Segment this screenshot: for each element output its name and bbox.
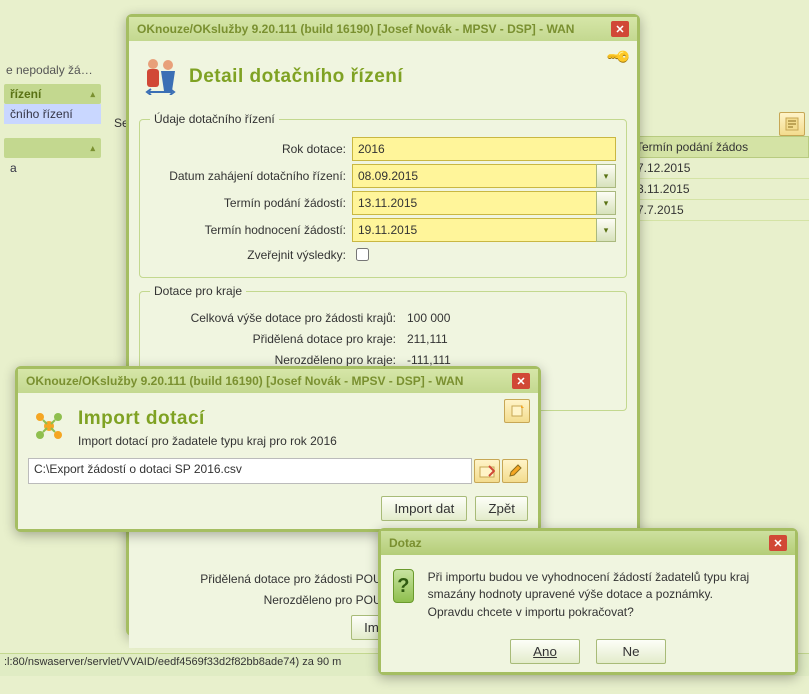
confirm-line1: Při importu budou ve vyhodnocení žádostí…	[428, 569, 783, 604]
confirm-yes-label: Ano	[533, 644, 557, 659]
label-podani: Termín podání žádostí:	[150, 196, 352, 210]
date-dropdown-icon[interactable]: ▾	[596, 164, 616, 188]
label-pridelena-pou: Přidělená dotace pro žádosti POU:	[139, 572, 391, 586]
close-icon[interactable]: ✕	[769, 535, 787, 551]
import-window: OKnouze/OKslužby 9.20.111 (build 16190) …	[15, 366, 541, 532]
sidebar-group-label-2	[10, 141, 13, 155]
fieldset-udaje: Údaje dotačního řízení Rok dotace: 2016 …	[139, 112, 627, 278]
date-dropdown-icon[interactable]: ▾	[596, 218, 616, 242]
edit-icon[interactable]	[502, 459, 528, 483]
label-nerozdeleno: Nerozděleno pro kraje:	[150, 353, 402, 367]
detail-heading: Detail dotačního řízení	[189, 66, 403, 88]
zpet-button[interactable]: Zpět	[475, 496, 528, 521]
label-pridelena: Přidělená dotace pro kraje:	[150, 332, 402, 346]
people-icon	[141, 55, 179, 98]
browse-icon[interactable]	[474, 459, 500, 483]
checkbox-zverejnit[interactable]	[356, 248, 369, 261]
fieldset-legend: Údaje dotačního řízení	[150, 112, 279, 126]
list-row[interactable]: 3.11.2015	[629, 179, 809, 200]
value-pridelena: 211,111	[402, 330, 453, 348]
confirm-titlebar[interactable]: Dotaz ✕	[381, 531, 795, 555]
key-icon[interactable]: 🔑	[605, 43, 633, 71]
list-row[interactable]: 7.12.2015	[629, 158, 809, 179]
label-rok: Rok dotace:	[150, 142, 352, 156]
import-window-titlebar[interactable]: OKnouze/OKslužby 9.20.111 (build 16190) …	[18, 369, 538, 393]
field-podani[interactable]: 13.11.2015	[352, 191, 597, 215]
sidebar-item-rizeni[interactable]: čního řízení	[4, 104, 101, 124]
chevron-up-icon: ▴	[90, 89, 95, 100]
close-icon[interactable]: ✕	[611, 21, 629, 37]
label-nerozdeleno-pou: Nerozděleno pro POU:	[139, 593, 391, 607]
label-zverejnit: Zveřejnit výsledky:	[150, 248, 352, 262]
new-action-icon[interactable]	[504, 399, 530, 423]
label-zahajeni: Datum zahájení dotačního řízení:	[150, 169, 352, 183]
chevron-up-icon: ▴	[90, 143, 95, 154]
import-heading: Import dotací	[78, 408, 337, 430]
value-celkova: 100 000	[402, 309, 455, 327]
confirm-dialog: Dotaz ✕ ? Při importu budou ve vyhodnoce…	[378, 528, 798, 675]
field-hodnoceni[interactable]: 19.11.2015	[352, 218, 597, 242]
confirm-title-text: Dotaz	[389, 536, 422, 550]
date-dropdown-icon[interactable]: ▾	[596, 191, 616, 215]
detail-window-titlebar[interactable]: OKnouze/OKslužby 9.20.111 (build 16190) …	[129, 17, 637, 41]
sidebar-item-a[interactable]: a	[4, 158, 101, 178]
sidebar-group-head-2[interactable]: ▴	[4, 138, 101, 158]
label-hodnoceni: Termín hodnocení žádostí:	[150, 223, 352, 237]
fieldset-legend: Dotace pro kraje	[150, 284, 246, 298]
confirm-yes-button[interactable]: Ano	[510, 639, 580, 664]
confirm-line2: Opravdu chcete v importu pokračovat?	[428, 604, 783, 621]
question-icon: ?	[393, 569, 414, 603]
field-rok[interactable]: 2016	[352, 137, 616, 161]
confirm-message: Při importu budou ve vyhodnocení žádostí…	[428, 569, 783, 621]
window-title-text: OKnouze/OKslužby 9.20.111 (build 16190) …	[137, 22, 574, 36]
confirm-no-button[interactable]: Ne	[596, 639, 666, 664]
list-row[interactable]: 7.7.2015	[629, 200, 809, 221]
sidebar-group-label: řízení	[10, 87, 41, 101]
sidebar: e nepodaly žádost řízení ▴ čního řízení …	[0, 0, 105, 694]
sidebar-note: e nepodaly žádost	[0, 60, 105, 80]
window-title-text: OKnouze/OKslužby 9.20.111 (build 16190) …	[26, 374, 463, 388]
label-celkova: Celková výše dotace pro žádosti krajů:	[150, 311, 402, 325]
list-column-header[interactable]: Termín podání žádos	[629, 136, 809, 158]
close-icon[interactable]: ✕	[512, 373, 530, 389]
list-action-icon[interactable]	[779, 112, 805, 136]
import-dat-button[interactable]: Import dat	[381, 496, 467, 521]
import-icon	[30, 407, 68, 448]
file-path-input[interactable]: C:\Export žádostí o dotaci SP 2016.csv	[28, 458, 472, 484]
sidebar-group-head-1[interactable]: řízení ▴	[4, 84, 101, 104]
field-zahajeni[interactable]: 08.09.2015	[352, 164, 597, 188]
import-subtitle: Import dotací pro žadatele typu kraj pro…	[78, 434, 337, 448]
